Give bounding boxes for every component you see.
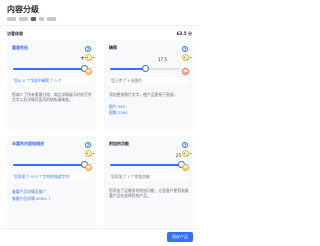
sad-face-icon: ︵ xyxy=(182,68,189,75)
save-product-button[interactable]: 保存产品 xyxy=(167,232,193,242)
help-icon[interactable]: ? xyxy=(182,46,188,52)
score-card-repetition: 重复性低 ? •‿• + ◡ 您从 0 个字段中精简了 0 个 您减少了所有需要… xyxy=(7,40,96,130)
happy-face-icon: ◡ xyxy=(85,164,92,171)
section-score: 63.5 分 xyxy=(176,31,192,36)
card-title: 附加的功能 xyxy=(109,141,129,146)
card-title[interactable]: 丰富的内容和描述 xyxy=(12,141,44,147)
help-icon[interactable]: ? xyxy=(85,142,91,148)
score-slider[interactable] xyxy=(110,65,181,73)
score-slider[interactable] xyxy=(13,161,88,169)
slider-fill xyxy=(13,68,84,70)
card-hint: 您添加了 973 个字符的描述字符 xyxy=(12,173,90,181)
card-title: 精简 xyxy=(109,45,117,50)
breadcrumb xyxy=(7,16,56,21)
neutral-face-icon: •‿• xyxy=(182,150,192,157)
slider-value: 25 xyxy=(175,153,181,158)
score-slider[interactable] xyxy=(13,65,88,73)
page-title: 内容分级 xyxy=(7,5,39,14)
score-card-additional-features: 附加的功能 ? •‿• 25 ◡ 您添加了 7 个附加功能 您添加了足够多的附加… xyxy=(104,136,193,226)
card-description: 添加更多图片文字，使产品更易于直接。 xyxy=(109,92,178,97)
help-icon[interactable]: ? xyxy=(182,142,188,148)
slider-value: + xyxy=(79,55,85,62)
card-hint: 您添加了 7 个附加功能 xyxy=(109,173,187,181)
slider-value: 17.5 xyxy=(158,57,167,62)
score-card-concise: 精简 ? •‿• 17.5 ︵ 您上传了 4 张图片 添加更多图片文字，使产品更… xyxy=(104,40,193,130)
card-description: 您减少了所有需要分组、商品详情展示时的冗余文字以及详情页面页的结构清晰度。 xyxy=(12,92,92,103)
neutral-face-icon: •‿• xyxy=(85,54,95,61)
card-title[interactable]: 重复性低 xyxy=(12,45,28,51)
section-label: 访客体验 xyxy=(7,31,23,36)
neutral-face-icon: •‿• xyxy=(85,150,95,157)
card-link[interactable]: 视频 2263 xyxy=(109,110,127,116)
slider-fill xyxy=(110,68,146,70)
slider-fill xyxy=(13,164,84,166)
card-link[interactable]: 查看产品详情 209% ↑ xyxy=(12,196,51,202)
card-hint: 您上传了 4 张图片 xyxy=(109,77,187,85)
score-card-rich-content: 丰富的内容和描述 ? •‿• ◡ 您添加了 973 个字符的描述字符 查看产品详… xyxy=(7,136,96,226)
card-description: 您添加了足够多的附加功能，让您客户更容易查看产品在选择您的产品。 xyxy=(109,188,189,199)
slider-fill xyxy=(110,164,181,166)
happy-face-icon: ◡ xyxy=(85,68,92,75)
score-slider[interactable] xyxy=(110,161,185,169)
card-link[interactable]: 查看产品详情页推广 xyxy=(12,189,46,195)
happy-face-icon: ◡ xyxy=(182,164,189,171)
card-hint: 您从 0 个字段中精简了 0 个 xyxy=(12,77,90,85)
neutral-face-icon: •‿• xyxy=(182,54,192,61)
slider-thumb[interactable] xyxy=(142,65,149,72)
help-icon[interactable]: ? xyxy=(85,46,91,52)
